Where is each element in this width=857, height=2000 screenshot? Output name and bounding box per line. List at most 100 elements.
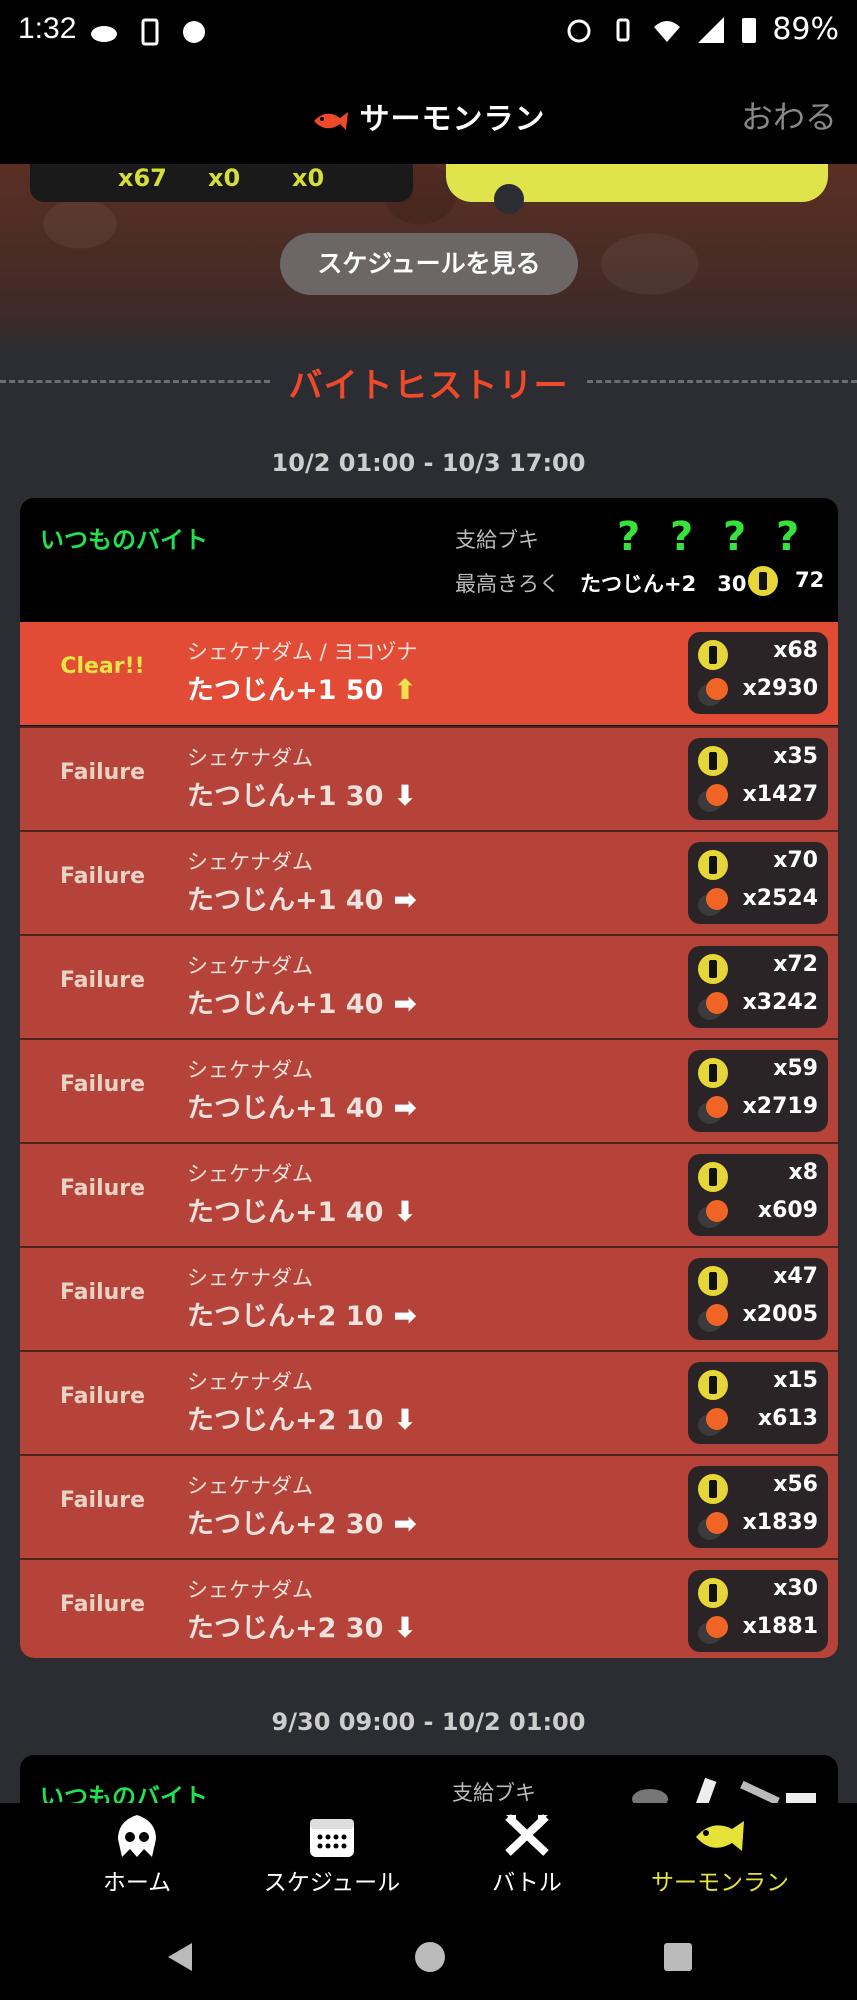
power-egg-icon — [698, 1408, 730, 1436]
result-status: Failure — [59, 1488, 146, 1513]
egg-counts: x30 x1881 — [688, 1570, 828, 1652]
golden-egg-count: x56 — [773, 1472, 818, 1497]
egg-counts: x35 x1427 — [688, 738, 828, 820]
power-egg-icon — [698, 1304, 730, 1332]
back-icon[interactable] — [162, 1939, 198, 1975]
wifi-icon — [654, 20, 681, 42]
result-row[interactable]: Failure シェケナダムたつじん+1 40 ➡ x70 x2524 — [20, 830, 838, 935]
result-row[interactable]: Clear!! シェケナダム / ヨコヅナ たつじん+1 50 ⬆ x68 x2930 — [20, 622, 838, 725]
egg-counts: x70 x2524 — [688, 842, 828, 924]
golden-egg-count: x35 — [773, 744, 818, 769]
grade-line: たつじん+1 50 ⬆ — [187, 668, 417, 707]
nav-label: ホーム — [102, 1870, 172, 1896]
up-arrow-icon: ⬆ — [393, 673, 417, 706]
result-row[interactable]: Failure シェケナダム たつじん+2 30 ➡ x56 x1839 — [20, 1454, 838, 1559]
golden-egg-icon — [748, 566, 778, 596]
grade-text: たつじん+1 40 — [187, 989, 384, 1020]
recents-icon[interactable] — [660, 1939, 696, 1975]
stage-name: シェケナダム — [187, 850, 313, 874]
right-arrow-icon: ➡ — [393, 1299, 417, 1332]
grade-text: たつじん+2 10 — [187, 1301, 384, 1332]
battery-percent: 89% — [772, 12, 839, 47]
result-status: Failure — [59, 864, 146, 889]
job-card: いつものバイト 支給ブキ ? ? ? ? 最高きろく たつじん+2 30 72 … — [20, 498, 838, 1658]
salmon-icon — [696, 1821, 744, 1851]
result-row[interactable]: Failure シェケナダム たつじん+1 30 ⬇ x35 x1427 — [20, 726, 838, 831]
result-row[interactable]: Failure シェケナダム たつじん+1 40 ⬇ x8 x609 — [20, 1142, 838, 1247]
golden-egg-count: x70 — [773, 848, 818, 873]
golden-egg-icon — [698, 1162, 728, 1192]
golden-egg-icon — [698, 1058, 728, 1088]
right-arrow-icon: ➡ — [393, 1507, 417, 1540]
power-egg-icon — [698, 678, 730, 706]
golden-egg-icon — [698, 850, 728, 880]
best-grade: たつじん+2 30 — [580, 572, 747, 596]
stage-name: シェケナダム — [187, 954, 313, 978]
result-status: Failure — [59, 1072, 146, 1097]
golden-egg-icon — [698, 1474, 728, 1504]
result-status: Failure — [59, 968, 146, 993]
vibrate-icon — [616, 18, 630, 41]
result-status: Failure — [59, 1592, 146, 1617]
stats-panel: x67 x0 x0 — [30, 164, 413, 202]
home-icon[interactable] — [412, 1939, 448, 1975]
golden-egg-icon — [698, 640, 728, 670]
yellow-card — [446, 164, 828, 214]
power-egg-count: x2719 — [742, 1094, 818, 1119]
view-schedule-button[interactable]: スケジュールを見る — [280, 233, 578, 295]
right-arrow-icon: ➡ — [393, 1091, 417, 1124]
golden-egg-count: x72 — [773, 952, 818, 977]
signal-icon — [698, 16, 725, 43]
nav-label: スケジュール — [263, 1870, 401, 1896]
power-egg-icon — [698, 784, 730, 812]
grade-line: たつじん+1 40 ➡ — [187, 878, 417, 917]
result-row[interactable]: Failure シェケナダム たつじん+1 40 ➡ x72 x3242 — [20, 934, 838, 1039]
result-row[interactable]: Failure シェケナダム たつじん+2 10 ⬇ x15 x613 — [20, 1350, 838, 1455]
weapons-label: 支給ブキ — [455, 528, 539, 552]
result-status: Failure — [59, 1384, 146, 1409]
golden-egg-count: x8 — [788, 1160, 819, 1185]
status-right: 89% — [564, 12, 839, 47]
calendar-icon — [310, 1819, 354, 1857]
nav-schedule[interactable]: スケジュール — [225, 1813, 439, 1897]
grade-text: たつじん+2 30 — [187, 1509, 384, 1540]
golden-egg-count: x30 — [773, 1576, 818, 1601]
stat-value: x0 — [208, 164, 241, 192]
egg-counts: x15 x613 — [688, 1362, 828, 1444]
egg-counts: x72 x3242 — [688, 946, 828, 1028]
nav-home[interactable]: ホーム — [30, 1813, 244, 1897]
right-arrow-icon: ➡ — [393, 883, 417, 916]
golden-egg-count: x68 — [773, 638, 818, 663]
power-egg-icon — [698, 1200, 730, 1228]
best-golden: 72 — [795, 568, 825, 592]
app-header: サーモンラン おわる — [0, 64, 857, 164]
stage-name: シェケナダム — [187, 1058, 313, 1082]
alarm-icon — [567, 19, 591, 42]
result-status: Failure — [59, 1176, 146, 1201]
down-arrow-icon: ⬇ — [393, 1611, 417, 1644]
nav-salmon-run[interactable]: サーモンラン — [613, 1813, 827, 1897]
result-status: Clear!! — [60, 654, 145, 679]
page-title: サーモンラン — [0, 94, 857, 138]
bottom-nav: ホーム スケジュール バトル サーモンラン — [0, 1803, 857, 1913]
grade-line: たつじん+2 10 ⬇ — [187, 1398, 417, 1437]
golden-egg-icon — [698, 746, 728, 776]
power-egg-icon — [698, 1512, 730, 1540]
system-nav-bar — [0, 1913, 857, 2000]
power-egg-count: x1427 — [742, 782, 818, 807]
result-row[interactable]: Failure シェケナダム たつじん+1 40 ➡ x59 x2719 — [20, 1038, 838, 1143]
nav-battle[interactable]: バトル — [420, 1813, 634, 1897]
nav-label: サーモンラン — [651, 1870, 789, 1896]
result-row[interactable]: Failure シェケナダム たつじん+2 10 ➡ x47 x2005 — [20, 1246, 838, 1351]
grade-text: たつじん+1 40 — [187, 885, 384, 916]
egg-counts: x56 x1839 — [688, 1466, 828, 1548]
result-row[interactable]: Failure シェケナダム たつじん+2 30 ⬇ x30 x1881 — [20, 1558, 838, 1658]
power-egg-icon — [698, 1096, 730, 1124]
close-button[interactable]: おわる — [741, 92, 837, 138]
power-egg-count: x2524 — [742, 886, 818, 911]
result-status: Failure — [59, 760, 146, 785]
nav-label: バトル — [492, 1870, 562, 1896]
cloud-icon — [91, 26, 117, 42]
grade-text: たつじん+1 40 — [187, 1197, 384, 1228]
stage-name: シェケナダム — [187, 1162, 313, 1186]
